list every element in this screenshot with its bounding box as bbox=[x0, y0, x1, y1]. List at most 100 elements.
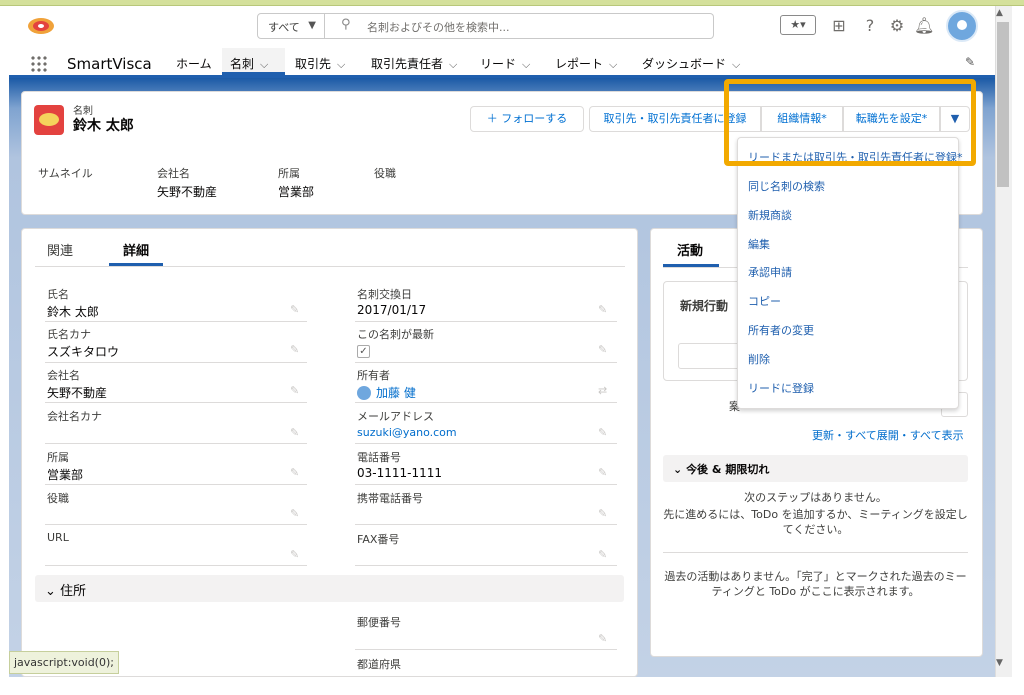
menu-item-copy[interactable]: コピー bbox=[748, 293, 781, 309]
edit-pencil-icon[interactable]: ✎ bbox=[290, 303, 299, 316]
details-panel bbox=[21, 228, 638, 677]
field-divider bbox=[45, 362, 307, 363]
menu-item-register-lead[interactable]: リードに登録 bbox=[748, 380, 814, 396]
field-value: 鈴木 太郎 bbox=[47, 305, 99, 319]
menu-item-submit-approval[interactable]: 承認申請 bbox=[748, 264, 792, 280]
edit-pencil-icon[interactable]: ✎ bbox=[598, 466, 607, 479]
search-scope-select[interactable]: すべて ▼ bbox=[257, 13, 325, 39]
tab-details[interactable]: 詳細 bbox=[123, 240, 149, 259]
address-section-header[interactable]: ⌄ 住所 bbox=[35, 575, 624, 602]
field-divider bbox=[45, 321, 307, 322]
activity-links[interactable]: 更新・すべて展開・すべて表示 bbox=[812, 427, 964, 443]
chevron-down-icon[interactable]: ⌵ bbox=[337, 58, 345, 72]
field-divider bbox=[45, 565, 307, 566]
scroll-down-arrow-icon[interactable]: ▼ bbox=[996, 658, 1003, 668]
upcoming-overdue-header[interactable]: ⌄ 今後 & 期限切れ bbox=[663, 455, 968, 482]
field-label: 名刺交換日 bbox=[357, 288, 412, 301]
follow-button[interactable]: ＋ フォローする bbox=[470, 106, 584, 132]
field-divider bbox=[45, 402, 307, 403]
chevron-down-icon[interactable]: ⌵ bbox=[609, 58, 617, 72]
record-title: 鈴木 太郎 bbox=[73, 118, 134, 134]
menu-item-change-owner[interactable]: 所有者の変更 bbox=[748, 322, 814, 338]
edit-pencil-icon[interactable]: ✎ bbox=[290, 384, 299, 397]
setup-gear-icon[interactable]: ⚙ bbox=[887, 16, 907, 36]
menu-item-edit[interactable]: 編集 bbox=[748, 236, 770, 252]
field-label: 所有者 bbox=[357, 369, 390, 382]
chevron-down-icon: ⌄ bbox=[45, 584, 56, 599]
field-divider bbox=[355, 362, 617, 363]
change-owner-icon[interactable]: ⇄ bbox=[598, 384, 607, 397]
field-label: 電話番号 bbox=[357, 451, 401, 464]
field-divider bbox=[355, 524, 617, 525]
tab-related[interactable]: 関連 bbox=[47, 240, 73, 259]
search-placeholder: 名刺およびその他を検索中... bbox=[367, 21, 510, 34]
nav-item-home[interactable]: ホーム bbox=[176, 55, 212, 72]
latest-checkbox: ✓ bbox=[357, 345, 370, 358]
field-label: 氏名カナ bbox=[47, 328, 91, 341]
no-next-steps-text: 次のステップはありません。 bbox=[744, 491, 887, 504]
chevron-down-icon[interactable]: ⌵ bbox=[449, 58, 457, 72]
tab-activity[interactable]: 活動 bbox=[677, 240, 703, 259]
chevron-down-icon[interactable]: ⌵ bbox=[260, 58, 268, 72]
notifications-bell-icon[interactable]: 🔔︎ bbox=[914, 16, 934, 36]
scroll-up-arrow-icon[interactable]: ▲ bbox=[996, 8, 1003, 18]
no-next-steps-hint: 先に進めるには、ToDo を追加するか、ミーティングを設定してください。 bbox=[663, 508, 968, 536]
global-actions-icon[interactable]: ⊞ bbox=[829, 16, 849, 36]
edit-pencil-icon[interactable]: ✎ bbox=[598, 303, 607, 316]
field-value: 2017/01/17 bbox=[357, 303, 427, 317]
scrollbar-thumb[interactable] bbox=[997, 22, 1009, 187]
new-activity-tab[interactable]: 新規行動 bbox=[680, 297, 728, 314]
field-value: 営業部 bbox=[47, 468, 84, 482]
field-label: 氏名 bbox=[47, 288, 69, 301]
user-avatar[interactable] bbox=[946, 10, 978, 42]
highlight-label: 所属 bbox=[278, 167, 300, 180]
nav-item-dashboards[interactable]: ダッシュボード ⌵ bbox=[642, 55, 740, 72]
field-label: 所属 bbox=[47, 451, 69, 464]
email-link[interactable]: suzuki@yano.com bbox=[357, 426, 457, 439]
edit-pencil-icon[interactable]: ✎ bbox=[290, 466, 299, 479]
edit-pencil-icon[interactable]: ✎ bbox=[598, 426, 607, 439]
highlight-value: 営業部 bbox=[278, 185, 315, 199]
field-divider bbox=[355, 443, 617, 444]
edit-pencil-icon[interactable]: ✎ bbox=[290, 548, 299, 561]
new-activity-input[interactable] bbox=[678, 343, 740, 369]
past-activity-empty: 過去の活動はありません。「完了」とマークされた過去のミーティングと ToDo が… bbox=[664, 570, 967, 598]
field-label: 郵便番号 bbox=[357, 616, 401, 629]
tab-divider bbox=[35, 266, 625, 267]
app-launcher-icon[interactable] bbox=[30, 55, 48, 73]
org-logo[interactable] bbox=[25, 15, 57, 37]
field-value: 03-1111-1111 bbox=[357, 466, 443, 480]
menu-item-new-opportunity[interactable]: 新規商談 bbox=[748, 207, 792, 223]
field-divider bbox=[355, 321, 617, 322]
edit-pencil-icon[interactable]: ✎ bbox=[290, 426, 299, 439]
help-icon[interactable]: ? bbox=[860, 16, 880, 36]
nav-item-reports[interactable]: レポート ⌵ bbox=[555, 55, 617, 72]
section-title: 住所 bbox=[60, 584, 87, 599]
global-search-input[interactable]: ⚲ 名刺およびその他を検索中... bbox=[325, 13, 714, 39]
chevron-down-icon[interactable]: ⌵ bbox=[732, 58, 740, 72]
nav-item-accounts[interactable]: 取引先 ⌵ bbox=[295, 55, 345, 72]
edit-pencil-icon[interactable]: ✎ bbox=[290, 507, 299, 520]
edit-nav-pencil-icon[interactable]: ✎ bbox=[965, 55, 975, 69]
chevron-down-icon[interactable]: ⌵ bbox=[522, 58, 530, 72]
menu-item-delete[interactable]: 削除 bbox=[748, 351, 770, 367]
edit-pencil-icon[interactable]: ✎ bbox=[598, 632, 607, 645]
highlight-label: サムネイル bbox=[38, 167, 93, 180]
nav-item-contacts[interactable]: 取引先責任者 ⌵ bbox=[371, 55, 457, 72]
nav-item-meishi[interactable]: 名刺 ⌵ bbox=[230, 55, 268, 72]
highlight-annotation-box bbox=[724, 79, 976, 166]
field-divider bbox=[355, 484, 617, 485]
app-name: SmartVisca bbox=[67, 55, 152, 73]
user-avatar-icon bbox=[357, 386, 371, 400]
field-label: 携帯電話番号 bbox=[357, 492, 423, 505]
edit-pencil-icon[interactable]: ✎ bbox=[598, 507, 607, 520]
field-divider bbox=[45, 443, 307, 444]
field-label: メールアドレス bbox=[357, 410, 434, 423]
edit-pencil-icon[interactable]: ✎ bbox=[598, 548, 607, 561]
menu-item-search-same-card[interactable]: 同じ名刺の検索 bbox=[748, 178, 825, 194]
nav-item-leads[interactable]: リード ⌵ bbox=[480, 55, 530, 72]
favorites-button[interactable]: ★▾ bbox=[780, 15, 816, 35]
edit-pencil-icon[interactable]: ✎ bbox=[598, 343, 607, 356]
owner-link[interactable]: 加藤 健 bbox=[376, 384, 416, 401]
edit-pencil-icon[interactable]: ✎ bbox=[290, 343, 299, 356]
